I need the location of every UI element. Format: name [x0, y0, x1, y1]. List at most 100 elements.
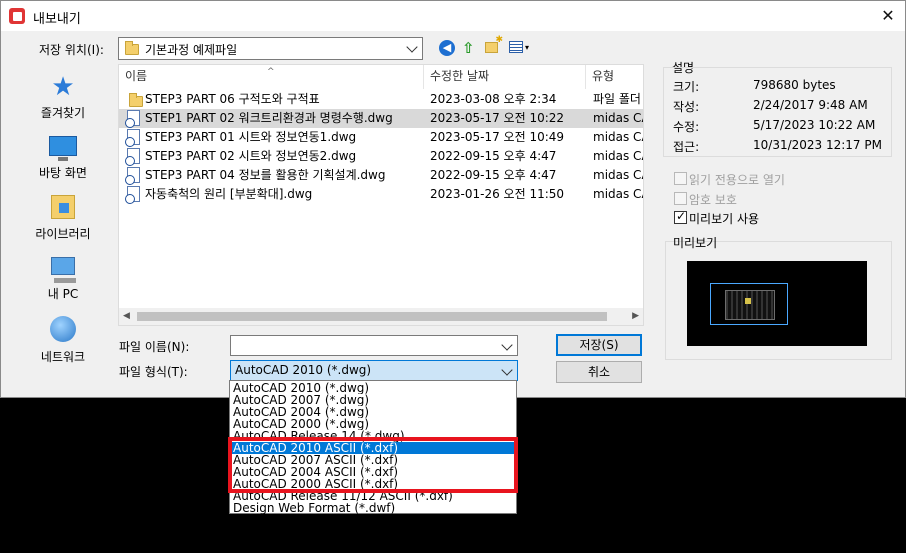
sidebar-item-label: 내 PC: [47, 287, 79, 301]
location-combobox[interactable]: 기본과정 예제파일: [118, 37, 423, 60]
desktop-icon: [49, 136, 77, 161]
filetype-label: 파일 형식(T):: [119, 365, 188, 379]
library-icon: [51, 195, 75, 219]
column-header-type[interactable]: 유형: [586, 65, 643, 89]
file-date: 2023-05-17 오전 10:49: [430, 130, 565, 144]
file-name: STEP3 PART 01 시트와 정보연동1.dwg: [145, 130, 357, 144]
checkbox-box[interactable]: [674, 209, 687, 224]
file-row[interactable]: 자동축척의 원리 [부분확대].dwg 2023-01-26 오전 11:50 …: [119, 185, 644, 204]
column-header-name[interactable]: 이름 ^: [119, 65, 424, 89]
dwg-file-icon: [125, 167, 140, 185]
file-type: midas CA: [593, 149, 644, 163]
dwg-file-icon: [125, 148, 140, 166]
filetype-option[interactable]: AutoCAD 2004 ASCII (*.dxf): [230, 466, 516, 478]
sidebar-item-libraries[interactable]: 라이브러리: [18, 193, 108, 242]
preview-group-title: 미리보기: [673, 236, 718, 250]
file-row[interactable]: STEP3 PART 06 구적도와 구적표 2023-03-08 오후 2:3…: [119, 90, 643, 109]
scroll-right-icon[interactable]: ▶: [632, 311, 639, 321]
dwg-file-icon: [125, 186, 140, 204]
app-icon: [9, 8, 25, 24]
new-folder-icon[interactable]: [485, 35, 503, 53]
filetype-option[interactable]: AutoCAD 2000 ASCII (*.dxf): [230, 478, 516, 490]
up-folder-icon[interactable]: ⇧: [462, 39, 475, 57]
filetype-option[interactable]: Design Web Format (*.dwf): [230, 502, 516, 514]
filetype-option-highlighted[interactable]: AutoCAD 2010 ASCII (*.dxf): [230, 442, 516, 454]
file-name: STEP3 PART 02 시트와 정보연동2.dwg: [145, 149, 357, 163]
file-name: 자동축척의 원리 [부분확대].dwg: [145, 187, 313, 201]
filetype-combobox[interactable]: AutoCAD 2010 (*.dwg): [230, 360, 518, 381]
title-bar: 내보내기 ✕: [1, 1, 905, 31]
file-name: STEP1 PART 02 워크트리환경과 명령수행.dwg: [145, 111, 393, 125]
computer-icon: [51, 257, 76, 283]
file-list[interactable]: 이름 ^ 수정한 날짜 유형 STEP3 PART 06 구적도와 구적표 20…: [118, 64, 644, 326]
views-menu-icon[interactable]: [509, 41, 523, 53]
filetype-option[interactable]: AutoCAD Release 14 (*.dwg): [230, 430, 516, 442]
views-caret-icon[interactable]: ▾: [525, 43, 529, 52]
sidebar-item-favorites[interactable]: ★ 즐겨찾기: [18, 72, 108, 121]
info-group: 크기: 798680 bytes 작성: 2/24/2017 9:48 AM 수정:…: [663, 67, 892, 157]
drawing-sheet-thumbnail: [710, 283, 788, 325]
save-button[interactable]: 저장(S): [556, 334, 642, 356]
checkbox-box: [674, 172, 687, 185]
scrollbar-thumb[interactable]: [137, 312, 607, 321]
column-header-date[interactable]: 수정한 날짜: [424, 65, 586, 89]
sidebar-item-label: 즐겨찾기: [40, 106, 86, 120]
sidebar-item-label: 네트워크: [40, 350, 86, 364]
horizontal-scrollbar[interactable]: ◀ ▶: [119, 308, 643, 325]
chevron-down-icon: [501, 364, 513, 376]
file-type: midas CA: [593, 111, 644, 125]
location-value: 기본과정 예제파일: [145, 43, 238, 57]
file-type: midas CA: [593, 187, 644, 201]
sort-ascending-icon: ^: [267, 67, 275, 77]
file-date: 2023-01-26 오전 11:50: [430, 187, 565, 201]
file-row-selected[interactable]: STEP1 PART 02 워크트리환경과 명령수행.dwg 2023-05-1…: [119, 109, 644, 128]
file-row[interactable]: STEP3 PART 04 정보를 활용한 기획설계.dwg 2022-09-1…: [119, 166, 644, 185]
filetype-option[interactable]: AutoCAD 2010 (*.dwg): [230, 382, 516, 394]
folder-icon: [125, 41, 139, 55]
filetype-option[interactable]: AutoCAD 2000 (*.dwg): [230, 418, 516, 430]
window-title: 내보내기: [33, 12, 81, 27]
star-icon: ★: [51, 72, 75, 102]
checkbox-label: 암호 보호: [689, 193, 737, 207]
dwg-file-icon: [125, 110, 140, 128]
scroll-left-icon[interactable]: ◀: [123, 311, 130, 321]
file-date: 2022-09-15 오후 4:47: [430, 149, 557, 163]
file-date: 2023-03-08 오후 2:34: [430, 92, 557, 106]
close-button[interactable]: ✕: [873, 1, 903, 31]
sidebar-item-network[interactable]: 네트워크: [18, 314, 108, 365]
sidebar-item-this-pc[interactable]: 내 PC: [18, 255, 108, 302]
sidebar-item-label: 라이브러리: [35, 227, 91, 241]
file-date: 2022-09-15 오후 4:47: [430, 168, 557, 182]
dwg-file-icon: [125, 129, 140, 147]
file-type: midas CA: [593, 168, 644, 182]
network-icon: [50, 316, 76, 342]
file-row[interactable]: STEP3 PART 02 시트와 정보연동2.dwg 2022-09-15 오…: [119, 147, 644, 166]
chevron-down-icon[interactable]: [501, 339, 513, 351]
filetype-option[interactable]: AutoCAD 2007 ASCII (*.dxf): [230, 454, 516, 466]
filename-combobox[interactable]: [230, 335, 518, 356]
file-type: midas CA: [593, 130, 644, 144]
filetype-option[interactable]: AutoCAD Release 11/12 ASCII (*.dxf): [230, 490, 516, 502]
location-label: 저장 위치(I):: [39, 43, 104, 57]
chevron-down-icon: [406, 41, 418, 53]
checkbox-label: 미리보기 사용: [689, 212, 760, 226]
cancel-button[interactable]: 취소: [556, 361, 642, 383]
file-date: 2023-05-17 오전 10:22: [430, 111, 565, 125]
back-icon[interactable]: ◀: [439, 40, 455, 56]
file-type: 파일 폴더: [593, 92, 641, 106]
places-sidebar: ★ 즐겨찾기 바탕 화면 라이브러리 내 PC 네트워크: [18, 66, 108, 376]
file-name: STEP3 PART 06 구적도와 구적표: [145, 92, 320, 106]
sidebar-item-label: 바탕 화면: [39, 166, 87, 180]
filetype-option[interactable]: AutoCAD 2004 (*.dwg): [230, 406, 516, 418]
filetype-value: AutoCAD 2010 (*.dwg): [235, 363, 372, 377]
checkbox-box: [674, 192, 687, 205]
file-row[interactable]: STEP3 PART 01 시트와 정보연동1.dwg 2023-05-17 오…: [119, 128, 644, 147]
checkbox-label: 읽기 전용으로 열기: [689, 173, 785, 187]
filetype-option[interactable]: AutoCAD 2007 (*.dwg): [230, 394, 516, 406]
sidebar-item-desktop[interactable]: 바탕 화면: [18, 132, 108, 181]
file-name: STEP3 PART 04 정보를 활용한 기획설계.dwg: [145, 168, 386, 182]
folder-icon: [129, 93, 143, 107]
filetype-dropdown-list[interactable]: AutoCAD 2010 (*.dwg) AutoCAD 2007 (*.dwg…: [229, 380, 517, 514]
filename-label: 파일 이름(N):: [119, 340, 190, 354]
export-dialog: 내보내기 ✕ 저장 위치(I): 기본과정 예제파일 ◀ ⇧ ▾ ★ 즐겨찾기 …: [0, 0, 906, 398]
